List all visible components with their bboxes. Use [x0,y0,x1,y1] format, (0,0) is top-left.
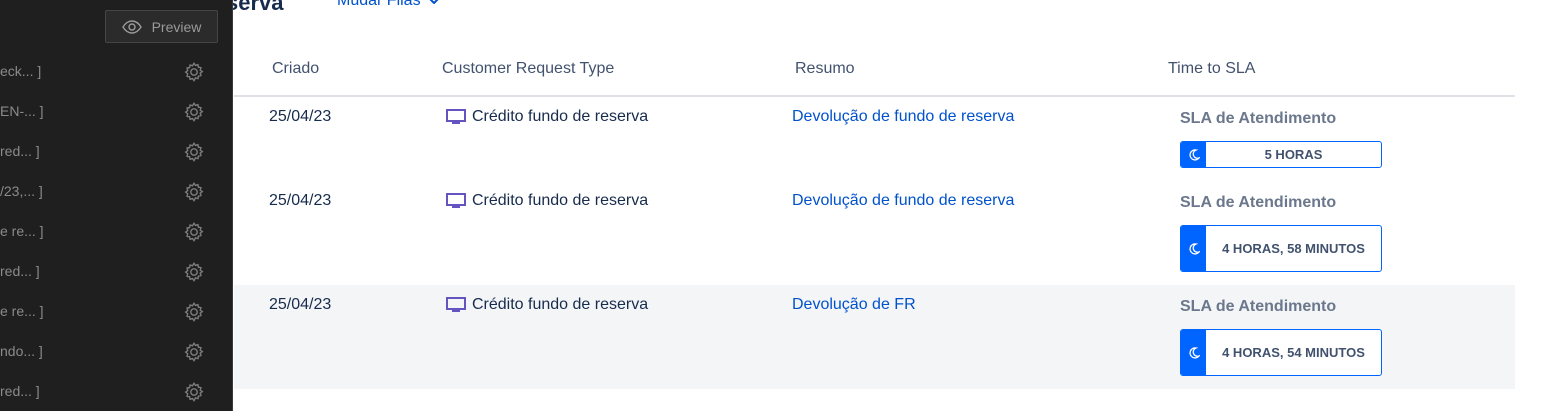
sla-name: SLA de Atendimento [1180,110,1337,127]
table-header: Criado Customer Request Type Resumo Time… [234,50,1515,97]
panel-item-label: ndo... ] [0,343,43,359]
sla-name: SLA de Atendimento [1180,194,1337,211]
sla-name: SLA de Atendimento [1180,298,1337,315]
panel-item-label: e re... ] [0,303,44,319]
summary-link[interactable]: Devolução de fundo de reserva [792,192,1014,210]
gear-icon[interactable] [183,61,205,83]
panel-item-label: red... ] [0,383,40,399]
request-type-label: Crédito fundo de reserva [472,192,649,209]
switch-queues-label: Mudar Filas [337,0,421,9]
created-date: 25/04/23 [269,108,332,125]
column-header-request-type[interactable]: Customer Request Type [442,60,614,78]
panel-list-item[interactable]: e re... ] [0,213,232,253]
sla-timer: 4 HORAS, 54 MINUTOS [1180,329,1382,376]
panel-list-item[interactable]: e re... ] [0,293,232,333]
panel-list-item[interactable]: red... ] [0,373,232,411]
gear-icon[interactable] [183,101,205,123]
monitor-icon [446,193,466,208]
summary-link[interactable]: Devolução de FR [792,296,916,314]
panel-item-label: red... ] [0,143,40,159]
request-type: Crédito fundo de reserva [446,296,648,314]
jira-service-queue-screen: serva Mudar Filas Criado Customer Reques… [0,0,1542,411]
sla-remaining-time: 4 HORAS, 54 MINUTOS [1222,344,1365,360]
eye-icon [121,19,142,34]
page-title: serva [226,0,284,15]
preview-label: Preview [151,18,202,35]
queue-settings-panel: Preview eck... ] EN-... ] red... ] /23,... … [0,0,233,411]
preview-button[interactable]: Preview [105,10,218,43]
gear-icon[interactable] [183,141,205,163]
moon-icon [1181,142,1206,167]
monitor-icon [446,297,466,312]
column-header-created[interactable]: Criado [272,60,319,78]
panel-list-item[interactable]: red... ] [0,253,232,293]
gear-icon[interactable] [183,341,205,363]
gear-icon[interactable] [183,221,205,243]
panel-item-label: red... ] [0,263,40,279]
sla-remaining-time: 4 HORAS, 58 MINUTOS [1222,240,1365,256]
panel-item-label: /23,... ] [0,183,43,199]
panel-list-item[interactable]: /23,... ] [0,173,232,213]
panel-list-item[interactable]: EN-... ] [0,93,232,133]
moon-icon [1181,330,1206,375]
gear-icon[interactable] [183,261,205,283]
created-date: 25/04/23 [269,192,332,209]
sla-timer: 5 HORAS [1180,141,1382,168]
request-type-label: Crédito fundo de reserva [472,296,649,313]
chevron-down-icon [429,0,438,4]
gear-icon[interactable] [183,301,205,323]
panel-list-item[interactable]: ndo... ] [0,333,232,373]
panel-item-label: e re... ] [0,223,44,239]
table-row[interactable]: 25/04/23 Crédito fundo de reserva Devolu… [234,285,1515,389]
summary-link[interactable]: Devolução de fundo de reserva [792,108,1014,126]
sla-timer: 4 HORAS, 58 MINUTOS [1180,225,1382,272]
gear-icon[interactable] [183,181,205,203]
table-row[interactable]: 25/04/23 Crédito fundo de reserva Devolu… [234,179,1515,285]
table-row[interactable]: 25/04/23 Crédito fundo de reserva Devolu… [234,97,1515,179]
sla-remaining-time: 5 HORAS [1264,146,1323,162]
switch-queues-button[interactable]: Mudar Filas [337,0,439,10]
moon-icon [1181,226,1206,271]
request-type: Crédito fundo de reserva [446,192,648,210]
request-type: Crédito fundo de reserva [446,108,648,126]
panel-list-item[interactable]: red... ] [0,133,232,173]
column-header-summary[interactable]: Resumo [795,60,855,78]
monitor-icon [446,109,466,124]
created-date: 25/04/23 [269,296,332,313]
panel-item-label: EN-... ] [0,103,44,119]
gear-icon[interactable] [183,381,205,403]
column-header-sla[interactable]: Time to SLA [1168,60,1255,78]
panel-list-item[interactable]: eck... ] [0,53,232,93]
request-type-label: Crédito fundo de reserva [472,108,649,125]
panel-item-label: eck... ] [0,63,42,79]
